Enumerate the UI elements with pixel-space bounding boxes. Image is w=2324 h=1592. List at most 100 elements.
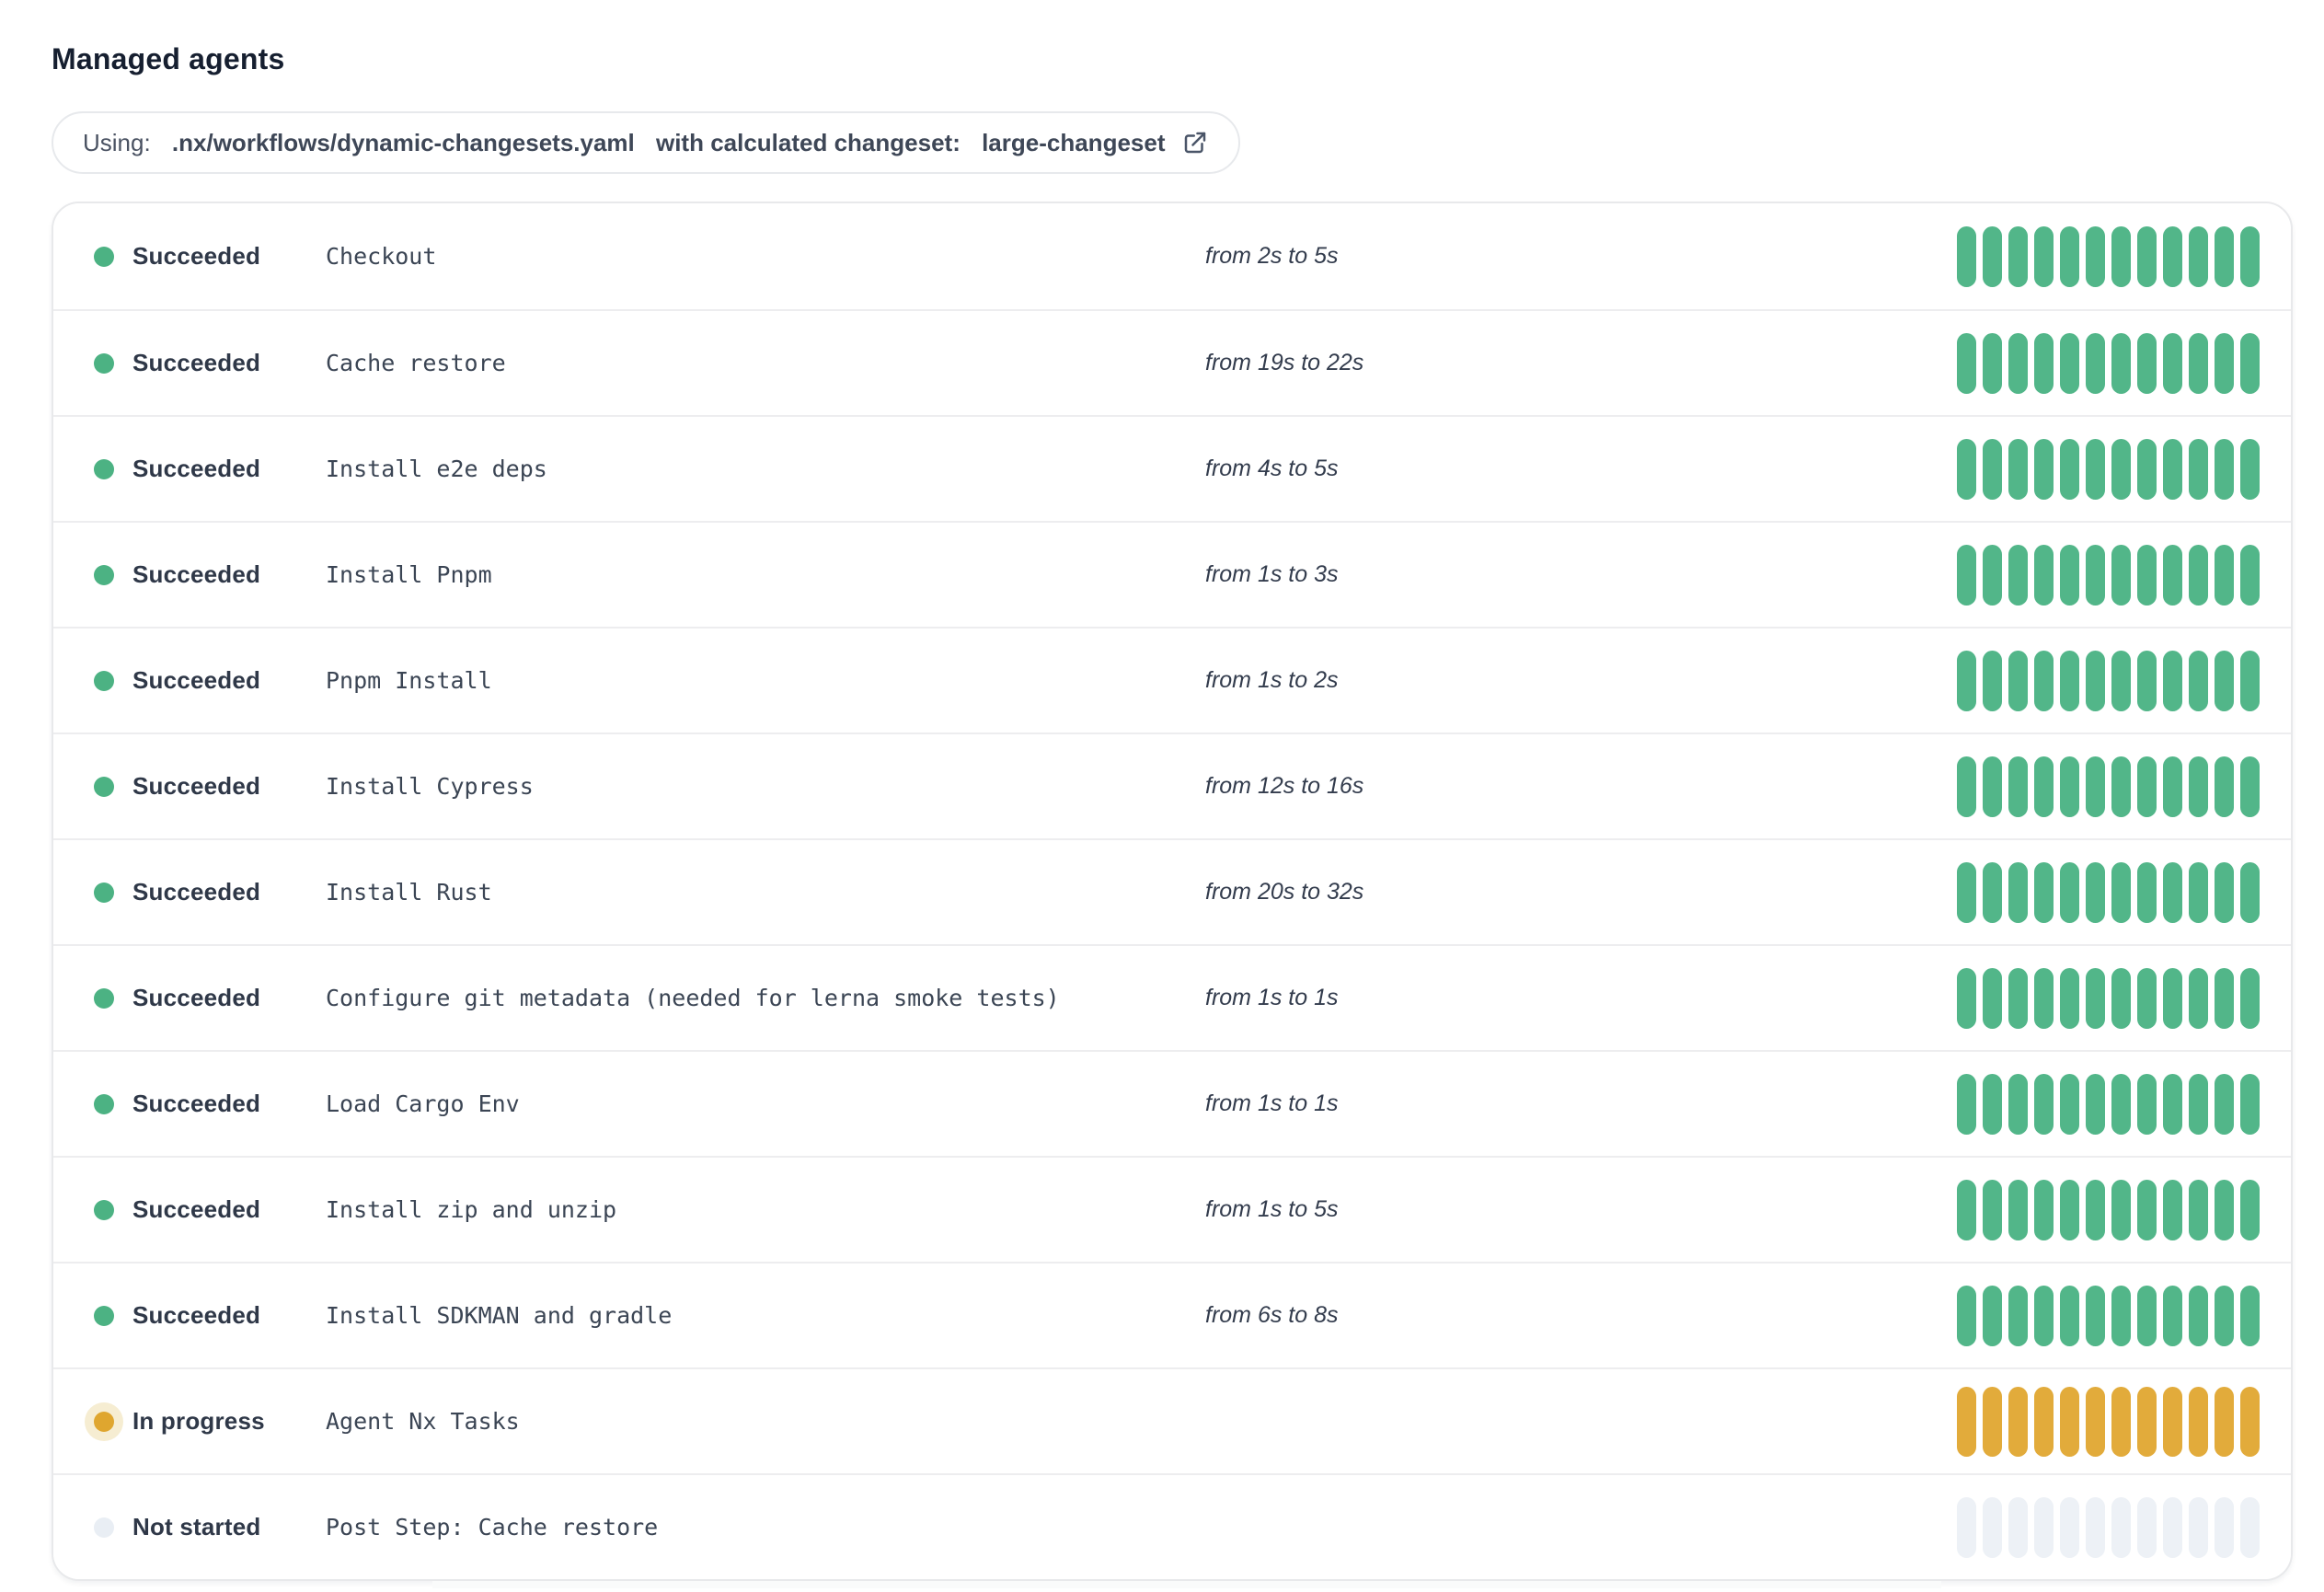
agent-row[interactable]: Succeeded Pnpm Install from 1s to 2s [53, 627, 2291, 733]
progress-bars [1957, 1496, 2260, 1558]
status-label: Succeeded [132, 349, 261, 376]
duration-text: from 20s to 32s [1205, 879, 1364, 905]
agent-row[interactable]: Succeeded Install Pnpm from 1s to 3s [53, 521, 2291, 627]
progress-bar [2086, 1073, 2105, 1135]
progress-bar [2240, 544, 2260, 606]
progress-bar [1983, 225, 2002, 287]
agent-row[interactable]: Succeeded Checkout from 2s to 5s [53, 203, 2291, 309]
status-cell: Succeeded [94, 242, 326, 271]
duration-text: from 19s to 22s [1205, 350, 1364, 375]
progress-bar [2137, 332, 2157, 394]
progress-bar [1957, 1179, 1976, 1240]
progress-bar [2163, 861, 2182, 923]
progress-bar [2137, 1496, 2157, 1558]
progress-bar [2240, 1285, 2260, 1346]
progress-bar [2034, 967, 2054, 1029]
progress-bar [2189, 544, 2208, 606]
progress-bar [2163, 438, 2182, 500]
progress-bar [2008, 1496, 2028, 1558]
progress-bar [2189, 1386, 2208, 1457]
status-label: Succeeded [132, 455, 261, 482]
progress-bar [2111, 1179, 2131, 1240]
progress-bar [2034, 1073, 2054, 1135]
agent-row[interactable]: In progress Agent Nx Tasks [53, 1367, 2291, 1473]
progress-bar [2060, 1496, 2079, 1558]
progress-bar [2034, 650, 2054, 711]
agent-row[interactable]: Succeeded Configure git metadata (needed … [53, 944, 2291, 1050]
external-link-icon[interactable] [1181, 129, 1209, 156]
progress-bar [2240, 1496, 2260, 1558]
status-label: Succeeded [132, 560, 261, 588]
agent-row[interactable]: Succeeded Install zip and unzip from 1s to… [53, 1156, 2291, 1262]
agent-row[interactable]: Succeeded Cache restore from 19s to 22s [53, 309, 2291, 415]
progress-bar [2008, 650, 2028, 711]
status-label: Succeeded [132, 666, 261, 694]
status-cell: Not started [94, 1513, 326, 1541]
step-name: Checkout [326, 243, 437, 270]
workflow-banner[interactable]: Using: .nx/workflows/dynamic-changesets.… [52, 111, 1241, 174]
progress-bar [1957, 438, 1976, 500]
progress-bar [2189, 756, 2208, 817]
duration-text: from 12s to 16s [1205, 773, 1364, 799]
progress-bar [1983, 332, 2002, 394]
progress-bars [1957, 1073, 2260, 1135]
progress-bar [2240, 861, 2260, 923]
progress-bars [1957, 967, 2260, 1029]
progress-bar [2034, 756, 2054, 817]
progress-bar [2086, 1285, 2105, 1346]
progress-bar [2111, 332, 2131, 394]
status-cell: Succeeded [94, 984, 326, 1012]
status-cell: Succeeded [94, 1301, 326, 1330]
agent-row[interactable]: Succeeded Load Cargo Env from 1s to 1s [53, 1050, 2291, 1156]
progress-bar [1957, 544, 1976, 606]
progress-bar [2163, 1386, 2182, 1457]
duration-text: from 6s to 8s [1205, 1302, 1339, 1328]
managed-agents-list: Succeeded Checkout from 2s to 5s Succeeded C… [52, 202, 2293, 1581]
agent-row[interactable]: Not started Post Step: Cache restore [53, 1473, 2291, 1579]
progress-bars [1957, 756, 2260, 817]
progress-bar [1957, 967, 1976, 1029]
progress-bar [2137, 967, 2157, 1029]
progress-bar [2060, 861, 2079, 923]
agent-row[interactable]: Succeeded Install Rust from 20s to 32s [53, 838, 2291, 944]
progress-bar [2137, 1285, 2157, 1346]
status-dot-succeeded [94, 1305, 114, 1326]
progress-bar [2163, 1179, 2182, 1240]
progress-bar [2189, 650, 2208, 711]
agent-row[interactable]: Succeeded Install SDKMAN and gradle from 6… [53, 1262, 2291, 1367]
progress-bar [2008, 332, 2028, 394]
progress-bar [2034, 1386, 2054, 1457]
progress-bar [2137, 1386, 2157, 1457]
progress-bar [2240, 756, 2260, 817]
agent-row[interactable]: Succeeded Install Cypress from 12s to 16s [53, 733, 2291, 838]
step-name: Agent Nx Tasks [326, 1408, 520, 1435]
progress-bar [2137, 650, 2157, 711]
progress-bar [2215, 650, 2234, 711]
duration-text: from 1s to 1s [1205, 1090, 1339, 1116]
duration-text: from 4s to 5s [1205, 456, 1339, 481]
progress-bar [2008, 1386, 2028, 1457]
progress-bar [1983, 650, 2002, 711]
progress-bar [2111, 650, 2131, 711]
status-dot-in-progress [94, 1411, 114, 1432]
progress-bars [1957, 1285, 2260, 1346]
status-label: Not started [132, 1513, 261, 1540]
progress-bar [2137, 1179, 2157, 1240]
progress-bar [2240, 332, 2260, 394]
progress-bars [1957, 861, 2260, 923]
status-label: Succeeded [132, 242, 261, 270]
progress-bar [1957, 332, 1976, 394]
progress-bar [2034, 1285, 2054, 1346]
progress-bar [2137, 756, 2157, 817]
progress-bar [2240, 650, 2260, 711]
status-cell: In progress [94, 1407, 326, 1436]
status-label: Succeeded [132, 984, 261, 1011]
progress-bar [2215, 438, 2234, 500]
progress-bar [2008, 1073, 2028, 1135]
status-cell: Succeeded [94, 1090, 326, 1118]
progress-bar [2034, 861, 2054, 923]
progress-bar [2060, 225, 2079, 287]
progress-bar [2008, 756, 2028, 817]
agent-row[interactable]: Succeeded Install e2e deps from 4s to 5s [53, 415, 2291, 521]
progress-bar [1957, 1073, 1976, 1135]
